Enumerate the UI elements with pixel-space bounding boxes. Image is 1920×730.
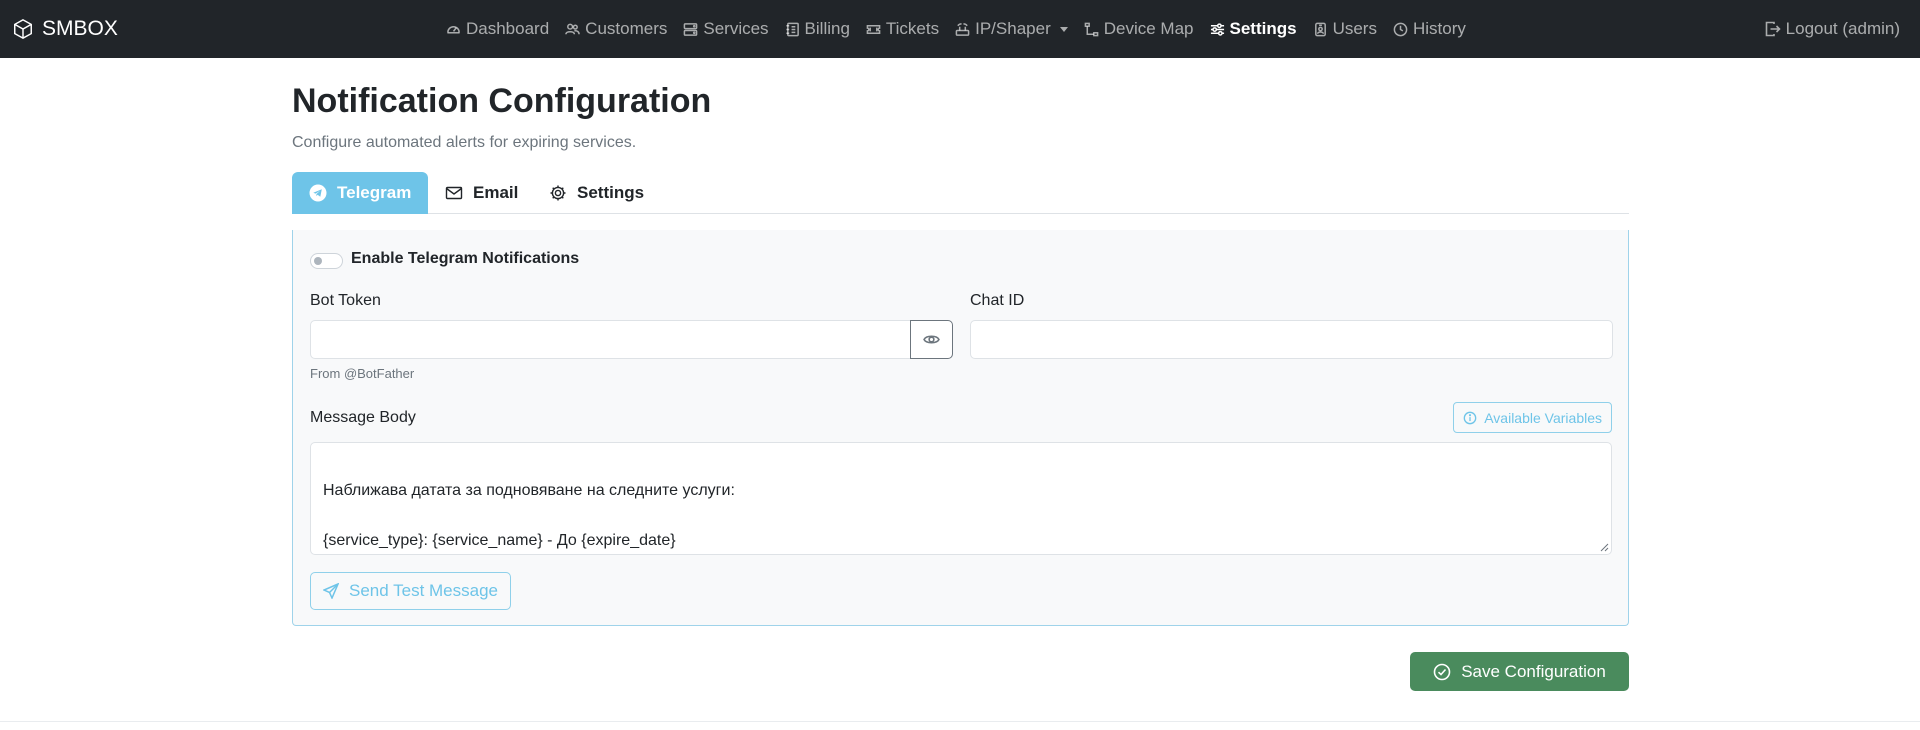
person-badge-icon xyxy=(1314,22,1326,36)
sliders-icon xyxy=(1210,22,1224,36)
telegram-panel: Enable Telegram Notifications Bot Token … xyxy=(292,230,1629,626)
footer-divider xyxy=(0,721,1920,722)
nav-label: IP/Shaper xyxy=(975,19,1051,38)
gear-icon xyxy=(550,185,566,201)
info-circle-icon xyxy=(1463,411,1477,424)
nav-item-services[interactable]: Services xyxy=(683,19,769,39)
bot-token-input[interactable] xyxy=(310,320,911,359)
diagram-icon xyxy=(1084,22,1099,36)
envelope-icon xyxy=(445,186,463,200)
nav-item-settings[interactable]: Settings xyxy=(1210,19,1297,39)
send-icon xyxy=(323,583,339,599)
nav-label: Dashboard xyxy=(466,19,550,38)
chat-id-label: Chat ID xyxy=(970,292,1025,309)
tab-label: Settings xyxy=(577,183,645,202)
clock-icon xyxy=(1393,22,1408,36)
journal-icon xyxy=(785,22,799,36)
box-icon xyxy=(14,18,32,40)
resize-handle-icon[interactable] xyxy=(1600,543,1609,552)
tab-telegram[interactable]: Telegram xyxy=(292,172,429,214)
brand-logo[interactable]: SMBOX xyxy=(12,0,118,58)
nav-item-ip-shaper[interactable]: IP/Shaper xyxy=(955,19,1068,39)
tab-label: Telegram xyxy=(337,183,412,202)
nav-item-device-map[interactable]: Device Map xyxy=(1084,19,1194,39)
logout-link[interactable]: Logout (admin) xyxy=(1765,0,1900,58)
page-subtitle: Configure automated alerts for expiring … xyxy=(292,134,637,151)
nav-label: Device Map xyxy=(1103,19,1194,38)
box-arrow-right-icon xyxy=(1765,21,1781,37)
notification-tabs: Telegram Email Settings xyxy=(292,172,1629,214)
nav-item-history[interactable]: History xyxy=(1393,19,1466,39)
tab-settings[interactable]: Settings xyxy=(549,172,644,214)
send-test-message-button[interactable]: Send Test Message xyxy=(310,572,511,610)
nav-item-dashboard[interactable]: Dashboard xyxy=(446,19,549,39)
bot-token-help: From @BotFather xyxy=(310,366,415,381)
nav-item-tickets[interactable]: Tickets xyxy=(866,19,939,39)
send-test-message-label: Send Test Message xyxy=(349,581,498,600)
speedometer-icon xyxy=(447,25,460,34)
logout-label: Logout (admin) xyxy=(1785,19,1900,38)
page-title: Notification Configuration xyxy=(292,82,712,120)
hdd-stack-icon xyxy=(684,22,698,36)
eye-icon xyxy=(923,335,940,344)
chevron-down-icon xyxy=(1059,26,1068,32)
nav-label: Services xyxy=(703,19,769,38)
ticket-icon xyxy=(866,24,881,34)
message-line: Наближава датата за подновяване на следн… xyxy=(323,482,735,499)
save-configuration-label: Save Configuration xyxy=(1461,661,1606,681)
top-navbar: SMBOX Dashboard Customers Services Billi… xyxy=(0,0,1920,58)
enable-telegram-toggle[interactable] xyxy=(310,253,343,269)
message-body-label: Message Body xyxy=(310,409,416,426)
nav-label: Users xyxy=(1332,19,1377,38)
chat-id-input[interactable] xyxy=(970,320,1613,359)
check-circle-icon xyxy=(1433,663,1451,680)
telegram-icon xyxy=(309,184,327,202)
nav-item-billing[interactable]: Billing xyxy=(785,19,850,39)
nav-label: Tickets xyxy=(885,19,940,38)
message-line: {service_type}: {service_name} - До {exp… xyxy=(323,532,676,549)
toggle-token-visibility-button[interactable] xyxy=(910,320,953,359)
bot-token-label: Bot Token xyxy=(310,292,381,309)
nav-item-customers[interactable]: Customers xyxy=(565,19,667,39)
tab-label: Email xyxy=(473,183,519,202)
main-nav: Dashboard Customers Services Billing Tic… xyxy=(446,0,1466,58)
router-icon xyxy=(955,22,970,36)
nav-label: Settings xyxy=(1229,19,1297,38)
nav-label: Customers xyxy=(585,19,668,38)
nav-item-users[interactable]: Users xyxy=(1313,19,1377,39)
save-configuration-button[interactable]: Save Configuration xyxy=(1410,652,1629,691)
nav-label: Billing xyxy=(804,19,850,38)
enable-telegram-label[interactable]: Enable Telegram Notifications xyxy=(351,250,579,268)
people-icon xyxy=(565,23,580,34)
brand-name: SMBOX xyxy=(42,17,118,40)
nav-label: History xyxy=(1412,19,1466,38)
message-body-textarea[interactable]: Наближава датата за подновяване на следн… xyxy=(310,442,1612,555)
available-variables-button[interactable]: Available Variables xyxy=(1453,402,1612,433)
tab-email[interactable]: Email xyxy=(445,172,518,214)
available-variables-label: Available Variables xyxy=(1484,409,1602,426)
